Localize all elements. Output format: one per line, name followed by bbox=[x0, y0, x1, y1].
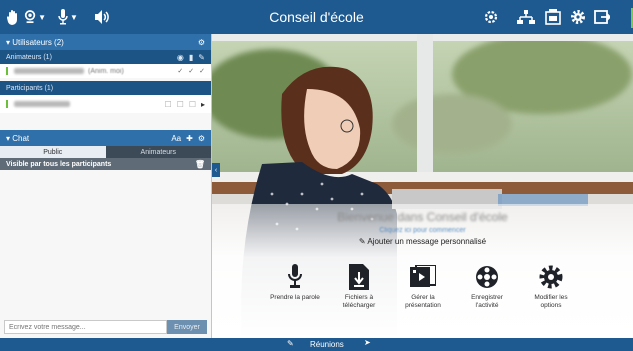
chat-visibility-bar: Visible par tous les participants 🗑 bbox=[0, 158, 211, 170]
chat-tabs: Public Animateurs bbox=[0, 146, 211, 158]
add-icon[interactable]: ✚ bbox=[186, 134, 193, 143]
action-files[interactable]: Fichiers à télécharger bbox=[334, 262, 384, 310]
user-name-blurred bbox=[14, 68, 84, 74]
status-indicator bbox=[6, 67, 8, 75]
chat-visibility-label: Visible par tous les participants bbox=[6, 160, 112, 168]
bottom-bar: ✎ Réunions ➤ bbox=[0, 338, 633, 351]
check-icon[interactable]: ✓ bbox=[177, 67, 183, 75]
pencil-icon: ✎ bbox=[358, 237, 366, 246]
trash-icon[interactable]: 🗑 bbox=[195, 158, 205, 170]
user-name-blurred bbox=[14, 101, 70, 107]
animators-title: Animateurs (1) bbox=[6, 53, 52, 61]
exit-icon[interactable] bbox=[592, 6, 612, 28]
checkbox[interactable]: ☐ bbox=[189, 100, 196, 109]
animator-row[interactable]: (Anim. moi) ✓ ✓ ✓ bbox=[0, 64, 211, 78]
status-indicator bbox=[6, 100, 8, 108]
record-reel-icon bbox=[475, 262, 499, 292]
chevron-right-icon[interactable]: ▸ bbox=[201, 100, 205, 109]
welcome-title: Bienvenue dans Conseil d'école bbox=[337, 210, 508, 224]
microphone-icon[interactable]: ▮ bbox=[189, 53, 193, 62]
bottom-label[interactable]: Réunions bbox=[310, 340, 344, 349]
pencil-icon[interactable]: ✎ bbox=[287, 339, 294, 348]
action-presentation[interactable]: Gérer la présentation bbox=[398, 262, 448, 310]
action-speak-label: Prendre la parole bbox=[270, 294, 320, 301]
quick-actions: Prendre la parole Fichiers à télécharger… bbox=[270, 262, 576, 310]
microphone-icon bbox=[287, 262, 303, 292]
message-input[interactable] bbox=[4, 320, 167, 334]
custom-message-link[interactable]: ✎ Ajouter un message personnalisé bbox=[212, 237, 633, 246]
collapse-sidebar-handle[interactable]: ‹ bbox=[212, 163, 220, 177]
participants-title: Participants (1) bbox=[6, 84, 54, 92]
download-file-icon bbox=[349, 262, 369, 292]
gear-icon[interactable]: ⚙ bbox=[198, 134, 205, 143]
check-icon[interactable]: ✓ bbox=[199, 67, 205, 75]
webcam-icon[interactable]: ◉ bbox=[177, 53, 184, 62]
gear-icon[interactable] bbox=[568, 6, 588, 28]
chat-input-row: Envoyer bbox=[4, 320, 207, 334]
tab-public[interactable]: Public bbox=[0, 146, 106, 158]
action-options[interactable]: Modifier les options bbox=[526, 262, 576, 310]
chat-section-header[interactable]: ▾ Chat Aa ✚ ⚙ bbox=[0, 130, 211, 146]
users-settings-icon[interactable]: ⚙ bbox=[198, 34, 205, 50]
chat-messages: Envoyer bbox=[0, 202, 211, 338]
action-record-label: Enregistrer l'activité bbox=[471, 294, 503, 309]
users-section-header[interactable]: ▾ Utilisateurs (2) ⚙ bbox=[0, 34, 211, 50]
layout-icon[interactable] bbox=[543, 6, 563, 28]
network-icon[interactable] bbox=[516, 6, 536, 28]
send-button[interactable]: Envoyer bbox=[167, 320, 207, 334]
check-icon[interactable]: ✓ bbox=[188, 67, 194, 75]
page-title: Conseil d'école bbox=[269, 9, 364, 25]
app-window: ▼ ▼ Conseil d'école ▾ Utilisateurs (2) ⚙… bbox=[0, 0, 633, 351]
tab-animators[interactable]: Animateurs bbox=[105, 146, 211, 158]
main-stage: Bienvenue dans Conseil d'école Cliquez i… bbox=[212, 34, 633, 338]
welcome-link[interactable]: Cliquez ici pour commencer bbox=[212, 227, 633, 234]
pencil-icon[interactable]: ✎ bbox=[198, 53, 205, 62]
cursor-icon: ➤ bbox=[364, 338, 371, 347]
participant-permissions: ☐ ☐ ☐ ▸ bbox=[164, 95, 205, 113]
checkbox[interactable]: ☐ bbox=[177, 100, 184, 109]
checkbox[interactable]: ☐ bbox=[164, 100, 171, 109]
participants-header: Participants (1) bbox=[0, 81, 211, 95]
font-size-icon[interactable]: Aa bbox=[171, 134, 181, 143]
action-speak[interactable]: Prendre la parole bbox=[270, 262, 320, 310]
action-presentation-label: Gérer la présentation bbox=[405, 294, 441, 309]
gear-icon bbox=[538, 262, 564, 292]
sidebar: ▾ Utilisateurs (2) ⚙ Animateurs (1) ◉ ▮ … bbox=[0, 34, 212, 338]
custom-message-label: Ajouter un message personnalisé bbox=[367, 237, 487, 246]
chat-section-title: Chat bbox=[12, 133, 30, 143]
animators-tools: ◉ ▮ ✎ bbox=[177, 50, 205, 64]
users-section-title: Utilisateurs (2) bbox=[12, 37, 64, 47]
action-record[interactable]: Enregistrer l'activité bbox=[462, 262, 512, 310]
action-files-label: Fichiers à télécharger bbox=[342, 294, 376, 309]
animator-permissions: ✓ ✓ ✓ bbox=[177, 64, 205, 78]
settings-status-icon[interactable] bbox=[481, 6, 501, 28]
chat-tools: Aa ✚ ⚙ bbox=[171, 130, 205, 146]
top-bar: ▼ ▼ Conseil d'école bbox=[0, 0, 633, 34]
action-options-label: Modifier les options bbox=[534, 294, 568, 309]
animator-suffix: (Anim. moi) bbox=[88, 67, 124, 75]
animators-header: Animateurs (1) ◉ ▮ ✎ bbox=[0, 50, 211, 64]
presentation-icon bbox=[410, 262, 436, 292]
participant-row[interactable]: ☐ ☐ ☐ ▸ bbox=[0, 95, 211, 113]
